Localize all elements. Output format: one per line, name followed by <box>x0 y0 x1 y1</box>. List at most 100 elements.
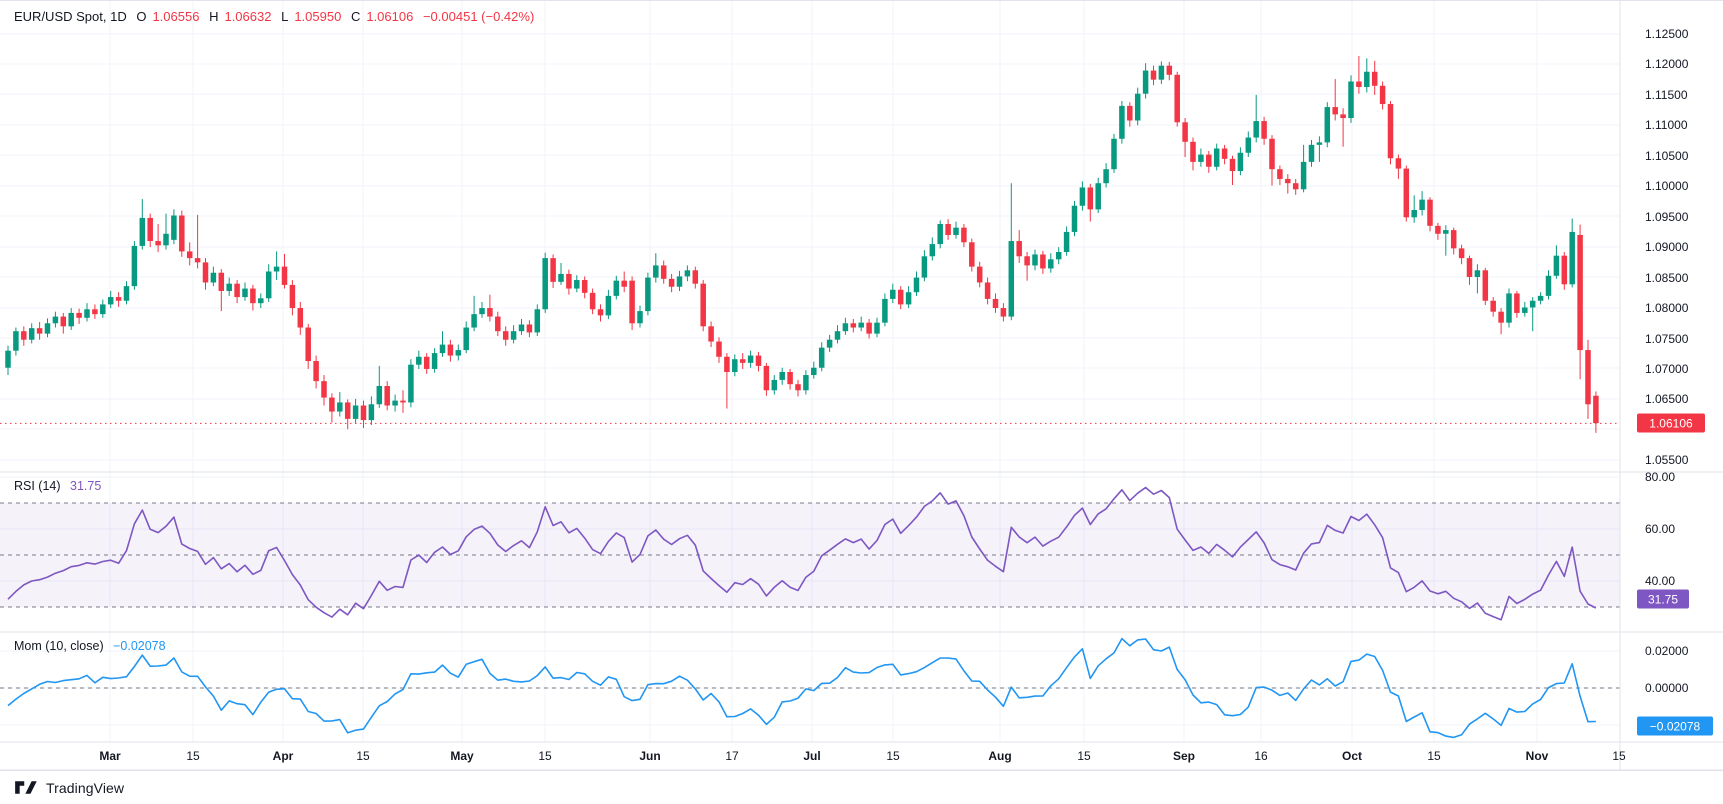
candle-body <box>1040 254 1046 268</box>
candle-body <box>1317 142 1323 144</box>
candle-body <box>463 328 469 351</box>
chart-canvas[interactable] <box>0 1 1723 804</box>
rsi-axis-label: 80.00 <box>1645 470 1675 484</box>
candle-body <box>740 359 746 363</box>
candle-body <box>890 290 896 299</box>
candle-body <box>345 402 351 418</box>
tradingview-logo[interactable]: TradingView <box>14 779 124 796</box>
candle-body <box>716 342 722 357</box>
candle-body <box>930 244 936 256</box>
candle-body <box>1467 258 1473 277</box>
time-axis-label: Apr <box>273 749 294 763</box>
candle-body <box>132 246 138 286</box>
candle-body <box>1490 301 1496 312</box>
mom-title[interactable]: Mom (10, close) <box>14 639 104 653</box>
candle-body <box>1056 252 1062 259</box>
rsi-axis-label: 40.00 <box>1645 574 1675 588</box>
price-axis-label: 1.11500 <box>1645 88 1688 102</box>
candle-body <box>1143 71 1149 94</box>
candle-body <box>61 317 67 327</box>
candle-body <box>1032 254 1038 265</box>
candle-body <box>13 331 19 350</box>
price-axis-label: 1.09500 <box>1645 210 1688 224</box>
candle-body <box>1435 226 1441 234</box>
candle-body <box>1127 106 1133 121</box>
candle-body <box>835 331 841 340</box>
candle-body <box>329 398 335 412</box>
candle-body <box>456 350 462 355</box>
candle-body <box>1419 200 1425 210</box>
candle-body <box>1562 256 1568 285</box>
candle-body <box>961 228 967 243</box>
candle-body <box>76 313 82 318</box>
price-axis-label: 1.07000 <box>1645 362 1688 376</box>
candle-body <box>305 328 311 361</box>
candle-body <box>1483 270 1489 300</box>
candle-body <box>1182 122 1188 141</box>
price-axis-label: 1.09000 <box>1645 240 1688 254</box>
candle-body <box>637 311 643 323</box>
mom-axis-label: 0.02000 <box>1645 644 1688 658</box>
candle-body <box>621 281 627 287</box>
candle-body <box>535 309 541 332</box>
price-axis-label: 1.12500 <box>1645 27 1688 41</box>
time-axis-label: 15 <box>186 749 199 763</box>
candle-body <box>874 323 880 334</box>
candle-body <box>1427 200 1433 226</box>
tradingview-logo-text: TradingView <box>46 780 124 796</box>
candle-body <box>21 331 27 340</box>
candle-body <box>1230 159 1236 171</box>
price-axis-label: 1.12000 <box>1645 57 1688 71</box>
candle-body <box>68 313 74 326</box>
candle-body <box>1214 148 1220 166</box>
candle-body <box>708 326 714 341</box>
candle-body <box>732 359 738 372</box>
candle-body <box>1198 155 1204 162</box>
candle-body <box>337 402 343 411</box>
candle-body <box>574 280 580 289</box>
candle-body <box>1206 155 1212 167</box>
price-axis-label: 1.08000 <box>1645 301 1688 315</box>
candle-body <box>945 224 951 235</box>
candle-body <box>1009 241 1015 317</box>
time-axis-label: 15 <box>1427 749 1440 763</box>
candle-body <box>1293 183 1299 189</box>
ohlc-high: H1.06632 <box>209 9 271 24</box>
candle-body <box>416 357 422 365</box>
symbol-header[interactable]: EUR/USD Spot, 1D O1.06556 H1.06632 L1.05… <box>14 9 540 24</box>
price-axis-label: 1.07500 <box>1645 332 1688 346</box>
candle-body <box>503 331 509 340</box>
candle-body <box>203 262 209 282</box>
candle-body <box>377 386 383 404</box>
ohlc-low: L1.05950 <box>281 9 341 24</box>
candle-body <box>163 234 169 246</box>
candle-body <box>258 298 264 303</box>
candle-body <box>803 375 809 390</box>
candle-body <box>669 279 675 287</box>
mom-axis-label: 0.00000 <box>1645 681 1688 695</box>
candle-body <box>922 256 928 277</box>
candle-body <box>1396 158 1402 168</box>
candle-body <box>1451 230 1457 248</box>
candle-body <box>827 340 833 348</box>
candle-body <box>756 356 762 366</box>
candle-body <box>748 356 754 363</box>
candle-body <box>661 265 667 278</box>
candle-body <box>519 324 525 331</box>
candle-body <box>700 284 706 327</box>
symbol-title[interactable]: EUR/USD Spot, 1D <box>14 9 127 24</box>
tradingview-chart-window: EUR/USD Spot, 1D O1.06556 H1.06632 L1.05… <box>0 0 1723 804</box>
candle-body <box>155 241 161 245</box>
candle-body <box>487 308 493 317</box>
candle-body <box>1498 312 1504 323</box>
candle-body <box>550 258 556 282</box>
rsi-value-tag: 31.75 <box>1637 590 1689 609</box>
candle-body <box>1443 230 1449 234</box>
price-axis-label: 1.08500 <box>1645 271 1688 285</box>
candle-body <box>882 299 888 323</box>
candle-body <box>211 273 217 283</box>
time-axis-label: Jun <box>639 749 660 763</box>
rsi-title[interactable]: RSI (14) <box>14 479 61 493</box>
candle-body <box>582 280 588 293</box>
candle-body <box>772 380 778 390</box>
